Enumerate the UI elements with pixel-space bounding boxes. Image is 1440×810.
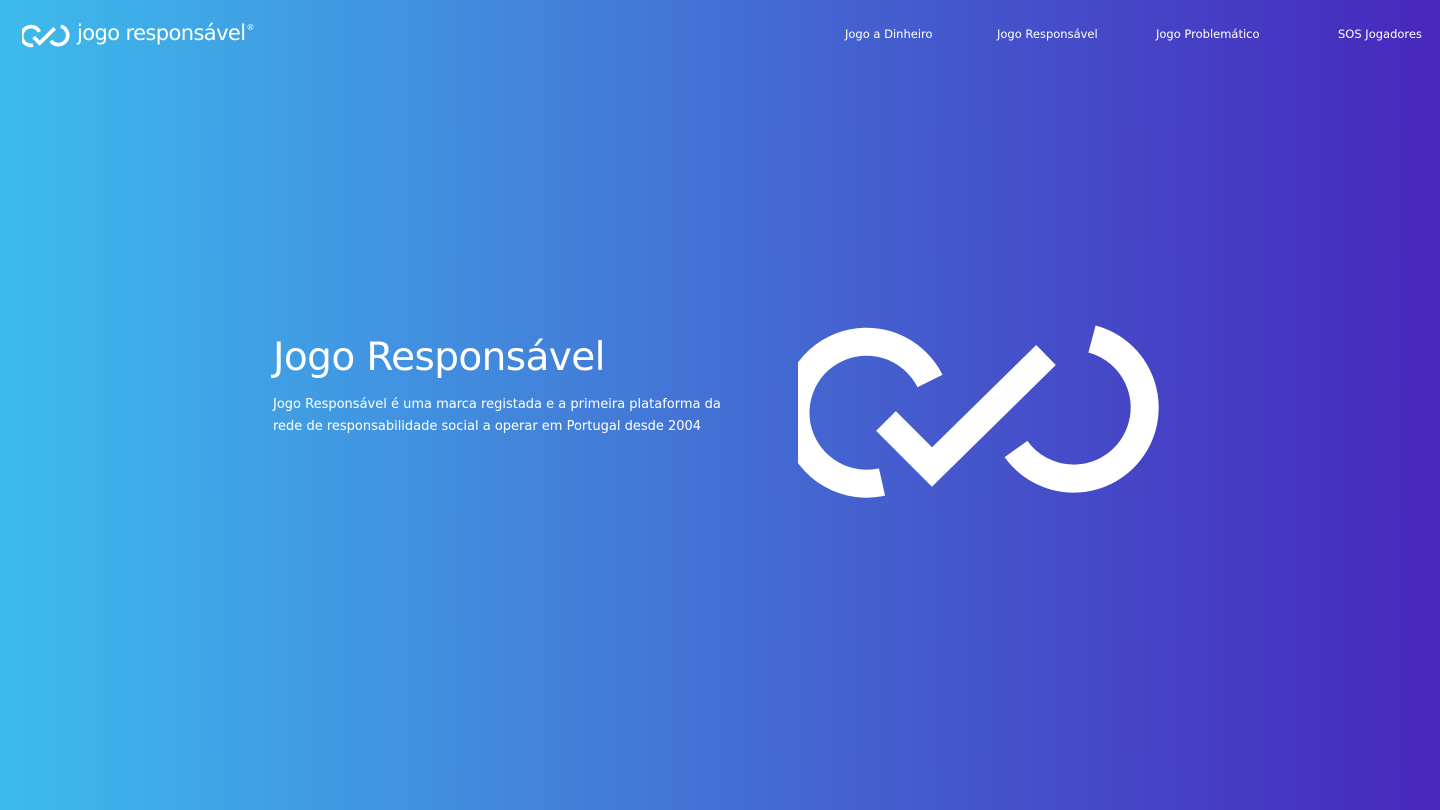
nav-item-jogo-responsavel[interactable]: Jogo Responsável bbox=[997, 26, 1098, 42]
nav-item-sos-jogadores[interactable]: SOS Jogadores bbox=[1338, 26, 1422, 42]
site-header: jogo responsável® Jogo a Dinheiro Jogo R… bbox=[0, 0, 1440, 68]
nav-item-jogo-problematico[interactable]: Jogo Problemático bbox=[1156, 26, 1260, 42]
hero-description: Jogo Responsável é uma marca registada e… bbox=[273, 397, 721, 434]
infinity-check-icon bbox=[798, 325, 1159, 498]
main-nav: Jogo a Dinheiro Jogo Responsável Jogo Pr… bbox=[0, 26, 1440, 44]
hero-title: Jogo Responsável bbox=[273, 335, 606, 380]
nav-item-jogo-a-dinheiro[interactable]: Jogo a Dinheiro bbox=[845, 26, 933, 42]
hero-section: Jogo Responsável Jogo Responsável é uma … bbox=[273, 332, 753, 438]
